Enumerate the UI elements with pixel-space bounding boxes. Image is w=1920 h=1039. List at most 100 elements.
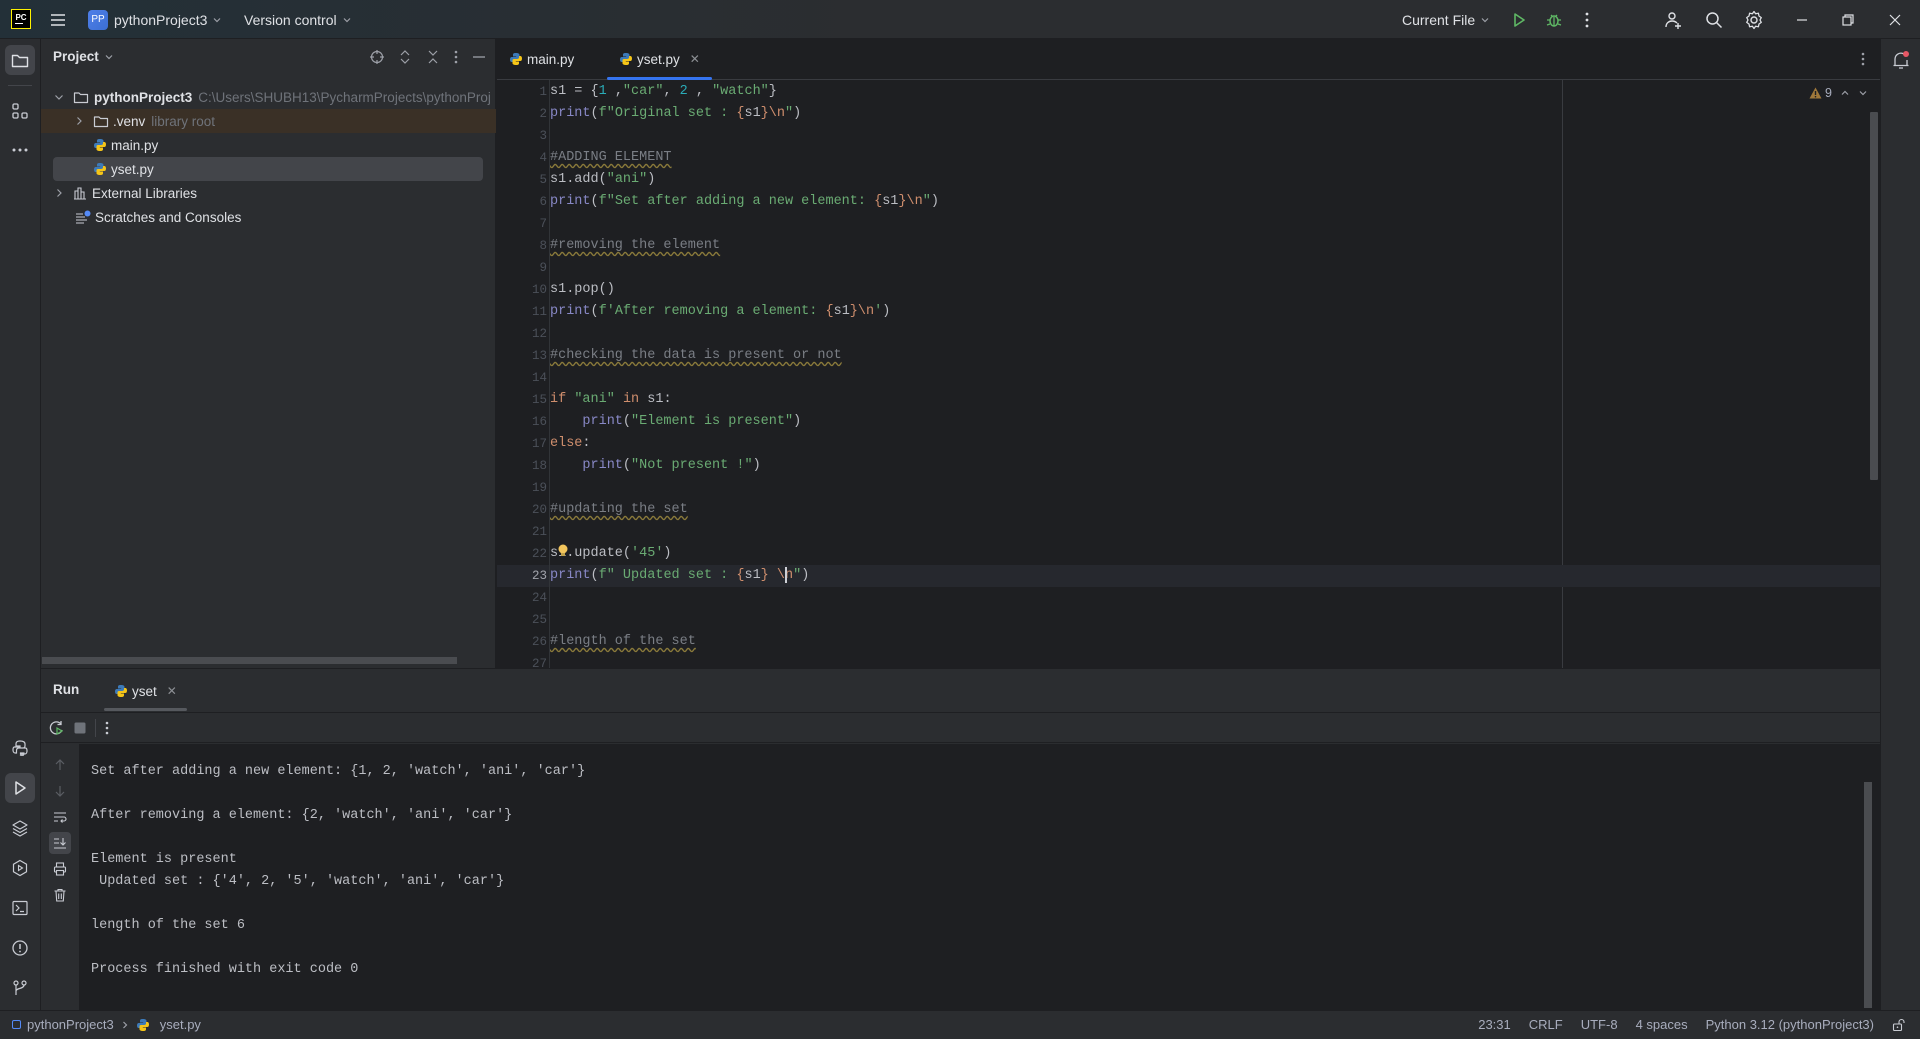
- debug-button[interactable]: [1545, 0, 1563, 39]
- breadcrumb-project[interactable]: pythonProject3: [27, 1017, 114, 1032]
- intention-bulb-icon[interactable]: [558, 544, 568, 557]
- locate-file-icon[interactable]: [369, 49, 385, 65]
- code-line[interactable]: print(f"Set after adding a new element: …: [550, 191, 1880, 213]
- project-view-selector[interactable]: Project: [53, 49, 114, 64]
- run-console-output[interactable]: Set after adding a new element: {1, 2, '…: [79, 744, 1880, 1011]
- code-line[interactable]: print("Not present !"): [550, 455, 1880, 477]
- chevron-down-icon[interactable]: [53, 91, 65, 103]
- tree-item-main-py[interactable]: main.py: [41, 133, 496, 157]
- hide-panel-icon[interactable]: [471, 49, 487, 65]
- line-separator[interactable]: CRLF: [1529, 1017, 1563, 1032]
- clear-all-button[interactable]: [49, 884, 71, 906]
- search-everywhere-button[interactable]: [1704, 0, 1724, 39]
- close-window-button[interactable]: [1887, 0, 1903, 39]
- python-interpreter[interactable]: Python 3.12 (pythonProject3): [1706, 1017, 1874, 1032]
- previous-highlight-icon[interactable]: [1840, 88, 1850, 98]
- settings-button[interactable]: [1744, 0, 1764, 39]
- tab-yset-py[interactable]: yset.py ✕: [607, 39, 712, 80]
- code-line[interactable]: else:: [550, 433, 1880, 455]
- code-line[interactable]: [550, 653, 1880, 668]
- tree-item-project-root[interactable]: pythonProject3 C:\Users\SHUBH13\PycharmP…: [41, 85, 496, 109]
- project-badge: PP: [88, 9, 108, 30]
- main-menu-button[interactable]: [48, 0, 68, 39]
- problems-tool-button[interactable]: [5, 933, 35, 963]
- code-line[interactable]: [550, 323, 1880, 345]
- code-line[interactable]: s1.add("ani"): [550, 169, 1880, 191]
- project-switcher[interactable]: PP pythonProject3: [88, 0, 222, 39]
- unlock-icon[interactable]: [1892, 1018, 1906, 1032]
- code-line[interactable]: [550, 521, 1880, 543]
- inspection-widget[interactable]: 9: [1809, 86, 1868, 100]
- code-line[interactable]: #length of the set: [550, 631, 1880, 653]
- code-with-me-button[interactable]: [1664, 0, 1684, 39]
- editor-vertical-scrollbar[interactable]: [1870, 112, 1878, 480]
- run-configuration-selector[interactable]: Current File: [1402, 0, 1490, 39]
- code-line[interactable]: #updating the set: [550, 499, 1880, 521]
- run-tab-yset[interactable]: yset ✕: [104, 669, 187, 713]
- run-tool-button[interactable]: [5, 773, 35, 803]
- collapse-all-icon[interactable]: [425, 49, 441, 65]
- restore-window-button[interactable]: [1840, 0, 1856, 39]
- code-line[interactable]: [550, 477, 1880, 499]
- layers-tool-button[interactable]: [5, 813, 35, 843]
- code-line[interactable]: [550, 609, 1880, 631]
- code-line[interactable]: #removing the element: [550, 235, 1880, 257]
- tree-item-scratches[interactable]: Scratches and Consoles: [41, 205, 496, 229]
- code-line[interactable]: if "ani" in s1:: [550, 389, 1880, 411]
- code-line[interactable]: print(f'After removing a element: {s1}\n…: [550, 301, 1880, 323]
- code-line[interactable]: [550, 125, 1880, 147]
- code-area[interactable]: s1 = {1 ,"car", 2 , "watch"} print(f"Orig…: [549, 80, 1880, 668]
- minimize-window-button[interactable]: [1794, 0, 1810, 39]
- code-line[interactable]: s1 = {1 ,"car", 2 , "watch"}: [550, 81, 1880, 103]
- code-editor[interactable]: 1 2 3 4 5 6 7 8 9 10 11 12 13 14 15 16 17 18 19 20 21 22 23 24 2…: [497, 80, 1880, 668]
- code-line[interactable]: s1.update('45'): [550, 543, 1880, 565]
- project-tool-button[interactable]: [5, 45, 35, 75]
- more-vertical-icon[interactable]: [453, 49, 459, 65]
- indent-settings[interactable]: 4 spaces: [1636, 1017, 1688, 1032]
- more-vertical-icon[interactable]: [104, 720, 110, 736]
- python-packages-tool-button[interactable]: [5, 733, 35, 763]
- code-line[interactable]: [550, 587, 1880, 609]
- code-line[interactable]: #ADDING ELEMENT: [550, 147, 1880, 169]
- next-highlight-icon[interactable]: [1858, 88, 1868, 98]
- scroll-up-button[interactable]: [49, 754, 71, 776]
- rerun-icon[interactable]: [49, 720, 65, 736]
- code-line[interactable]: #checking the data is present or not: [550, 345, 1880, 367]
- tree-item-external-libraries[interactable]: External Libraries: [41, 181, 496, 205]
- terminal-tool-button[interactable]: [5, 893, 35, 923]
- more-tool-windows-button[interactable]: [5, 135, 35, 165]
- run-button[interactable]: [1510, 0, 1528, 39]
- tab-main-py[interactable]: main.py: [509, 39, 574, 79]
- scroll-down-button[interactable]: [49, 780, 71, 802]
- structure-tool-button[interactable]: [5, 96, 35, 126]
- scroll-to-end-button[interactable]: [49, 832, 71, 854]
- print-button[interactable]: [49, 858, 71, 880]
- close-tab-icon[interactable]: ✕: [690, 52, 700, 66]
- code-line[interactable]: [550, 367, 1880, 389]
- code-line[interactable]: print("Element is present"): [550, 411, 1880, 433]
- code-line[interactable]: [550, 213, 1880, 235]
- project-horizontal-scrollbar[interactable]: [42, 657, 457, 664]
- close-run-tab-icon[interactable]: ✕: [167, 684, 177, 698]
- tree-item-yset-py[interactable]: yset.py: [53, 157, 483, 181]
- code-line-current[interactable]: print(f" Updated set : {s1} \n "): [550, 565, 1880, 587]
- code-line[interactable]: print(f"Original set : {s1}\n"): [550, 103, 1880, 125]
- caret-position[interactable]: 23:31: [1478, 1017, 1511, 1032]
- services-tool-button[interactable]: [5, 853, 35, 883]
- code-line[interactable]: [550, 257, 1880, 279]
- file-encoding[interactable]: UTF-8: [1581, 1017, 1618, 1032]
- editor-tabs-more-button[interactable]: [1860, 51, 1866, 67]
- chevron-right-icon[interactable]: [53, 187, 65, 199]
- console-vertical-scrollbar[interactable]: [1864, 782, 1872, 1008]
- breadcrumb-file[interactable]: yset.py: [160, 1017, 201, 1032]
- git-tool-button[interactable]: [5, 973, 35, 1003]
- version-control-menu[interactable]: Version control: [244, 0, 352, 39]
- tree-item-venv[interactable]: .venv library root: [41, 109, 496, 133]
- expand-all-icon[interactable]: [397, 49, 413, 65]
- notifications-button[interactable]: [1890, 49, 1912, 71]
- more-actions-button[interactable]: [1584, 0, 1590, 39]
- stop-icon[interactable]: [73, 721, 87, 735]
- soft-wrap-button[interactable]: [49, 806, 71, 828]
- code-line[interactable]: s1.pop(): [550, 279, 1880, 301]
- chevron-right-icon[interactable]: [73, 115, 85, 127]
